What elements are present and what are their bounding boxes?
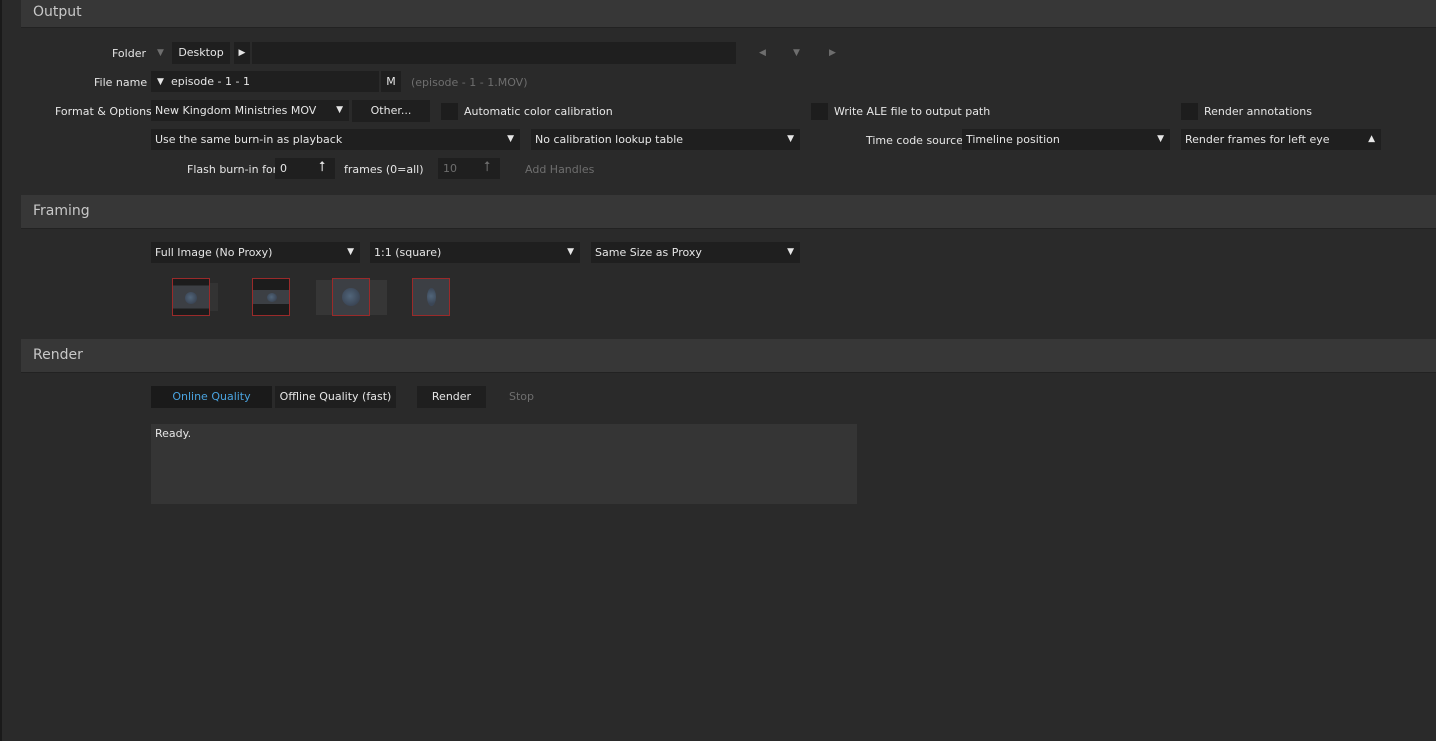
size-dropdown[interactable]: Same Size as Proxy ▼ [591, 242, 800, 263]
proxy-value: Full Image (No Proxy) [155, 246, 273, 259]
flash-frames-value: 0 [280, 162, 287, 175]
aspect-dropdown[interactable]: 1:1 (square) ▼ [370, 242, 580, 263]
letterbox-fill-icon[interactable] [252, 278, 290, 316]
add-handles-button[interactable]: Add Handles [525, 163, 594, 176]
eye-dropdown[interactable]: Render frames for left eye ▲ [1181, 129, 1381, 150]
nav-back-icon[interactable]: ◀ [759, 48, 766, 58]
nav-down-icon[interactable]: ▼ [793, 48, 800, 58]
auto-color-calibration-checkbox[interactable] [441, 103, 458, 120]
chevron-down-icon: ▼ [787, 134, 794, 144]
filename-macro-button[interactable]: M [381, 71, 401, 92]
folder-path-field[interactable] [252, 42, 736, 64]
format-options-label: Format & Options [55, 105, 152, 118]
handles-stepper-icon[interactable]: ⭡ [484, 159, 491, 175]
flash-frames-stepper-icon[interactable]: ⭡ [319, 159, 326, 175]
chevron-down-icon: ▼ [336, 105, 343, 115]
timecode-source-label: Time code source [866, 134, 963, 147]
section-title-output: Output [33, 4, 82, 20]
filename-preview: (episode - 1 - 1.MOV) [411, 76, 528, 89]
chevron-down-icon: ▼ [567, 247, 574, 257]
section-header-render[interactable]: Render [21, 339, 1436, 373]
format-other-button[interactable]: Other... [352, 100, 430, 122]
calibration-lut-dropdown[interactable]: No calibration lookup table ▼ [531, 129, 800, 150]
filename-value: episode - 1 - 1 [171, 75, 250, 88]
calibration-value: No calibration lookup table [535, 133, 684, 146]
folder-history-dropdown-icon[interactable]: ▼ [157, 48, 164, 58]
left-border [0, 0, 2, 741]
render-annotations-checkbox[interactable] [1181, 103, 1198, 120]
render-log-text: Ready. [155, 427, 192, 440]
filename-dropdown-icon[interactable]: ▼ [157, 77, 164, 87]
flash-frames-input[interactable]: 0 [275, 158, 335, 179]
folder-label: Folder [112, 47, 146, 60]
online-quality-button[interactable]: Online Quality [151, 386, 272, 408]
chevron-up-icon: ▲ [1368, 134, 1375, 144]
filename-input[interactable]: episode - 1 - 1 [151, 71, 379, 92]
auto-color-calibration-label: Automatic color calibration [464, 105, 613, 118]
thumb-disk [267, 293, 277, 302]
thumb-disk [342, 288, 360, 306]
burnin-dropdown[interactable]: Use the same burn-in as playback ▼ [151, 129, 520, 150]
render-log: Ready. [151, 424, 857, 504]
section-title-framing: Framing [33, 203, 90, 219]
filename-label: File name [94, 76, 148, 89]
stop-button[interactable]: Stop [490, 386, 553, 408]
eye-value: Render frames for left eye [1185, 133, 1330, 146]
format-value: New Kingdom Ministries MOV [155, 104, 317, 117]
frames-all-label: frames (0=all) [344, 163, 424, 176]
offline-quality-button[interactable]: Offline Quality (fast) [275, 386, 396, 408]
render-button[interactable]: Render [417, 386, 486, 408]
aspect-value: 1:1 (square) [374, 246, 442, 259]
chevron-down-icon: ▼ [507, 134, 514, 144]
flash-burnin-label: Flash burn-in for [187, 163, 278, 176]
write-ale-checkbox[interactable] [811, 103, 828, 120]
proxy-dropdown[interactable]: Full Image (No Proxy) ▼ [151, 242, 360, 263]
write-ale-label: Write ALE file to output path [834, 105, 991, 118]
thumb-spacer [210, 283, 218, 311]
section-title-render: Render [33, 347, 83, 363]
size-value: Same Size as Proxy [595, 246, 702, 259]
format-dropdown[interactable]: New Kingdom Ministries MOV ▼ [151, 100, 349, 121]
render-annotations-label: Render annotations [1204, 105, 1312, 118]
chevron-down-icon: ▼ [787, 247, 794, 257]
thumb-disk [185, 292, 197, 304]
nav-forward-icon[interactable]: ▶ [829, 48, 836, 58]
section-header-output[interactable]: Output [21, 0, 1436, 28]
center-crop-icon[interactable] [332, 278, 370, 316]
handles-value: 10 [443, 162, 457, 175]
timecode-source-dropdown[interactable]: Timeline position ▼ [962, 129, 1170, 150]
letterbox-fit-icon[interactable] [172, 278, 210, 316]
chevron-down-icon: ▼ [347, 247, 354, 257]
section-header-framing[interactable]: Framing [21, 195, 1436, 229]
vertical-fit-icon[interactable] [412, 278, 450, 316]
folder-path-arrow-icon[interactable]: ▶ [234, 42, 250, 64]
folder-desktop-button[interactable]: Desktop [172, 42, 230, 64]
handles-input[interactable]: 10 [438, 158, 500, 179]
thumb-disk [427, 288, 436, 306]
timecode-value: Timeline position [966, 133, 1060, 146]
burnin-value: Use the same burn-in as playback [155, 133, 343, 146]
chevron-down-icon: ▼ [1157, 134, 1164, 144]
